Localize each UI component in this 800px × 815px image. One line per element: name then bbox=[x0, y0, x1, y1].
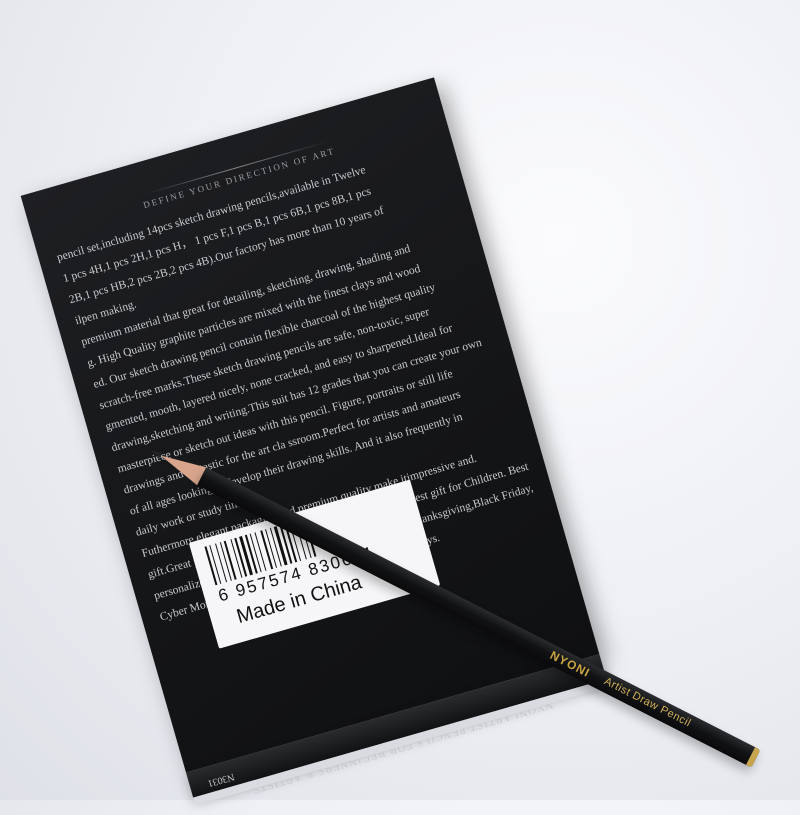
pencil-lead bbox=[148, 447, 163, 459]
pencil-name: Artist Draw Pencil bbox=[602, 675, 693, 730]
box-side-edge: NYONI ARTIST PENCILS FOR BEGINNERS & ART… bbox=[186, 654, 607, 798]
box-bottom-edge bbox=[193, 679, 609, 806]
photo-scene: DEFINE YOUR DIRECTION OF ART pencil set,… bbox=[0, 0, 800, 806]
pencil-end-cap bbox=[745, 747, 761, 768]
edge-text: NYONI ARTIST PENCILS FOR BEGINNERS & ART… bbox=[250, 698, 555, 796]
pencil-box: DEFINE YOUR DIRECTION OF ART pencil set,… bbox=[20, 77, 609, 806]
